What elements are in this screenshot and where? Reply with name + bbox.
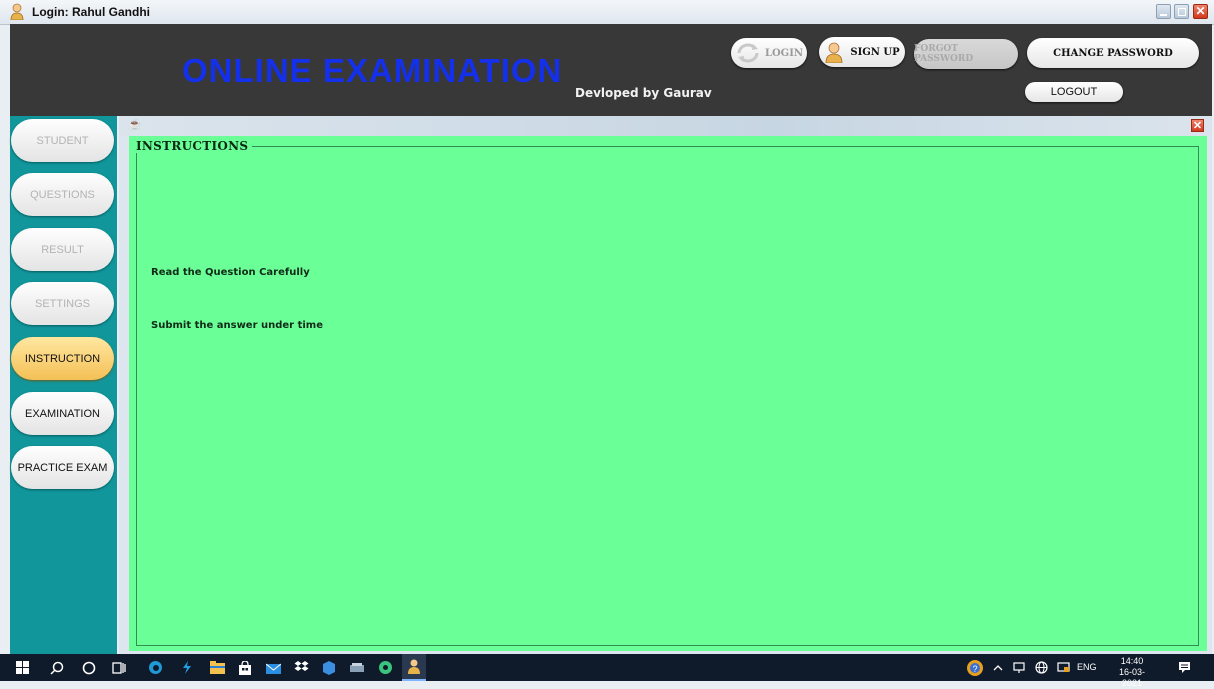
panel-title: INSTRUCTIONS: [132, 139, 253, 153]
edge-icon[interactable]: [144, 654, 166, 681]
clock-time: 14:40: [1120, 656, 1144, 666]
sidebar-item-result[interactable]: RESULT: [11, 228, 114, 271]
file-icon[interactable]: [346, 654, 368, 681]
store-icon[interactable]: [234, 654, 256, 681]
user-icon: [825, 42, 843, 63]
sign-up-label: SIGN UP: [850, 46, 900, 58]
sidebar-item-label: EXAMINATION: [25, 407, 100, 420]
sidebar: STUDENT QUESTIONS RESULT SETTINGS INSTRU…: [10, 116, 117, 654]
vscode-icon[interactable]: [176, 654, 198, 681]
help-icon[interactable]: ?: [964, 654, 986, 681]
instructions-border: [136, 146, 1199, 646]
svg-text:?: ?: [972, 664, 977, 674]
task-view-icon[interactable]: [108, 654, 130, 681]
windows-start-icon[interactable]: [10, 654, 34, 681]
language-indicator[interactable]: ENG: [1077, 662, 1097, 672]
sidebar-item-label: RESULT: [41, 243, 84, 256]
clock[interactable]: 14:40 16-03-2021: [1110, 656, 1154, 689]
search-icon[interactable]: [46, 654, 68, 681]
change-password-label: CHANGE PASSWORD: [1053, 47, 1173, 59]
cortana-icon[interactable]: [78, 654, 100, 681]
app-title: ONLINE EXAMINATION: [182, 52, 563, 89]
instruction-line: Submit the answer under time: [151, 320, 324, 331]
os-taskbar: ? ENG 14:40 16-03-2021: [0, 654, 1214, 688]
internal-frame: ☕ ✕ INSTRUCTIONS Read the Question Caref…: [119, 116, 1212, 654]
notification-icon[interactable]: [1172, 654, 1196, 681]
internal-frame-close-button[interactable]: ✕: [1191, 119, 1204, 132]
user-avatar-icon: [10, 3, 24, 20]
sidebar-item-questions[interactable]: QUESTIONS: [11, 173, 114, 216]
sidebar-item-student[interactable]: STUDENT: [11, 119, 114, 162]
login-button[interactable]: LOGIN: [731, 38, 807, 68]
java-app-icon[interactable]: [402, 654, 426, 681]
window-close-button[interactable]: ✕: [1193, 4, 1208, 19]
sidebar-item-label: QUESTIONS: [30, 188, 95, 201]
sign-up-button[interactable]: SIGN UP: [819, 37, 905, 67]
sidebar-item-practice-exam[interactable]: PRACTICE EXAM: [11, 446, 114, 489]
chevron-up-icon[interactable]: [990, 654, 1006, 681]
forgot-password-button[interactable]: FORGOT PASSWORD: [914, 39, 1018, 69]
window-title-bar: Login: Rahul Gandhi ✕: [0, 0, 1214, 25]
maximize-button[interactable]: [1174, 4, 1189, 19]
network-icon[interactable]: [1010, 654, 1028, 681]
refresh-icon: [737, 43, 759, 63]
logout-button[interactable]: LOGOUT: [1025, 82, 1123, 102]
minimize-button[interactable]: [1156, 4, 1171, 19]
developer-credit: Devloped by Gaurav: [575, 86, 712, 100]
app-header: ONLINE EXAMINATION Devloped by Gaurav LO…: [10, 24, 1212, 116]
sidebar-item-label: INSTRUCTION: [24, 352, 101, 365]
clock-date: 16-03-2021: [1118, 667, 1145, 688]
internal-frame-title-bar[interactable]: ☕ ✕: [119, 116, 1212, 136]
dropbox-icon[interactable]: [290, 654, 312, 681]
forgot-password-label: FORGOT PASSWORD: [914, 44, 974, 64]
change-password-button[interactable]: CHANGE PASSWORD: [1027, 38, 1199, 68]
sidebar-item-examination[interactable]: EXAMINATION: [11, 392, 114, 435]
sidebar-item-instruction[interactable]: INSTRUCTION: [11, 337, 114, 380]
mail-icon[interactable]: [262, 654, 284, 681]
close-icon: ✕: [1195, 4, 1206, 18]
sidebar-item-label: PRACTICE EXAM: [17, 461, 108, 474]
close-icon: ✕: [1192, 120, 1203, 132]
app-icon[interactable]: [318, 654, 340, 681]
instructions-panel: INSTRUCTIONS Read the Question Carefully…: [129, 136, 1207, 651]
sidebar-item-settings[interactable]: SETTINGS: [11, 282, 114, 325]
file-explorer-icon[interactable]: [206, 654, 228, 681]
display-icon[interactable]: [1054, 654, 1072, 681]
window-title: Login: Rahul Gandhi: [32, 5, 150, 19]
java-cup-icon: ☕: [128, 119, 142, 131]
sidebar-item-label: SETTINGS: [34, 297, 90, 310]
sidebar-item-label: STUDENT: [36, 134, 89, 147]
logout-label: LOGOUT: [1050, 86, 1098, 98]
globe-icon[interactable]: [1032, 654, 1050, 681]
instruction-line: Read the Question Carefully: [151, 267, 310, 278]
login-label: LOGIN: [764, 47, 804, 59]
app2-icon[interactable]: [374, 654, 396, 681]
